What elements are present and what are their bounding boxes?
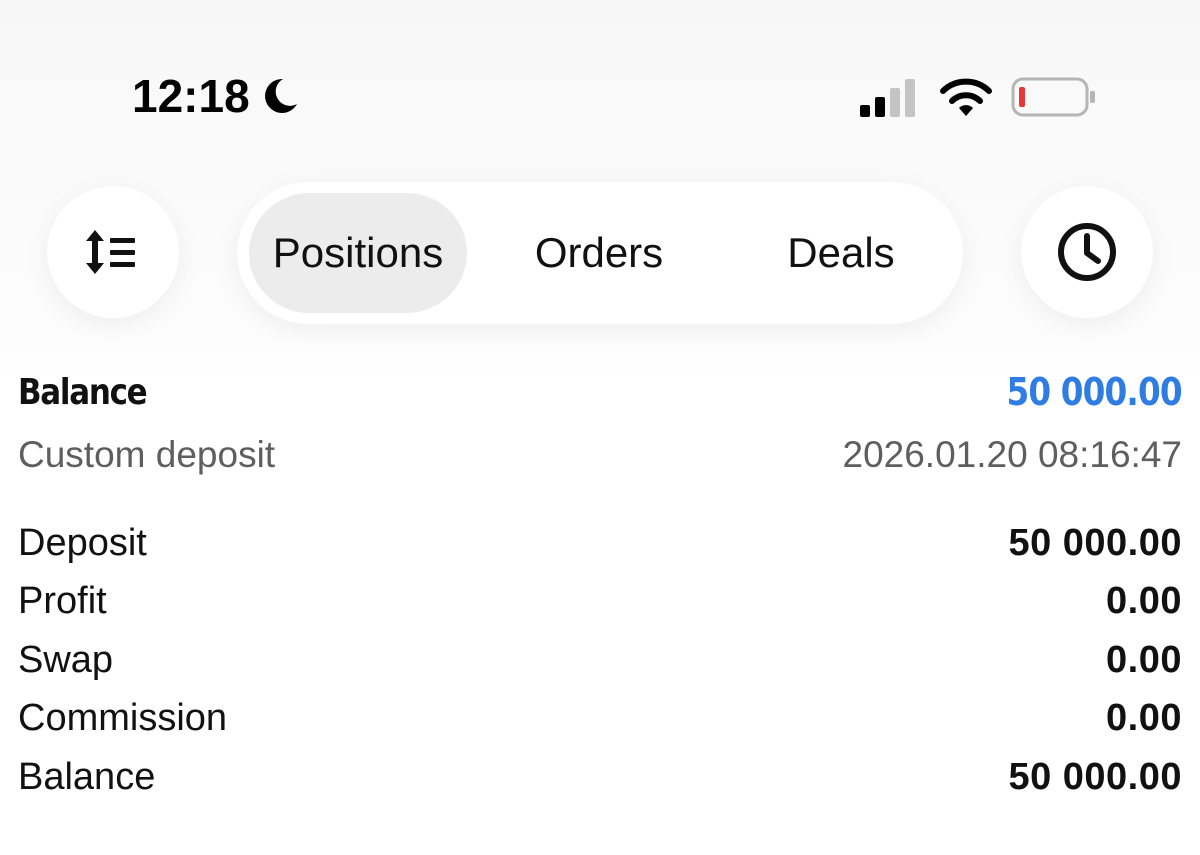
summary-label: Commission xyxy=(18,697,228,740)
clock-icon xyxy=(1058,223,1116,281)
status-time: 12:18 xyxy=(132,70,250,122)
summary-value: 0.00 xyxy=(1106,638,1182,681)
tab-deals[interactable]: Deals xyxy=(731,193,951,313)
summary-value: 0.00 xyxy=(1106,697,1182,740)
status-bar: 12:18 xyxy=(0,0,1200,150)
balance-entry-title: Balance xyxy=(18,371,148,413)
summary-value: 50 000.00 xyxy=(1008,521,1182,564)
sort-button[interactable] xyxy=(47,186,179,318)
tab-orders[interactable]: Orders xyxy=(491,193,707,313)
tab-positions[interactable]: Positions xyxy=(249,193,467,313)
screen: 12:18 Positions Orders Deals Balance 50 … xyxy=(0,0,1200,855)
summary-value: 50 000.00 xyxy=(1008,755,1182,798)
summary-label: Swap xyxy=(18,638,114,681)
balance-entry-subrow: Custom deposit 2026.01.20 08:16:47 xyxy=(18,424,1182,486)
tab-switcher: Positions Orders Deals xyxy=(237,182,963,324)
summary-row-swap: Swap 0.00 xyxy=(18,631,1182,690)
balance-entry-comment: Custom deposit xyxy=(18,434,276,475)
summary-label: Deposit xyxy=(18,521,147,564)
summary-row-deposit: Deposit 50 000.00 xyxy=(18,514,1182,573)
summary-label: Balance xyxy=(18,755,156,798)
summary-label: Profit xyxy=(18,580,107,623)
sort-icon xyxy=(86,230,135,274)
summary-value: 0.00 xyxy=(1106,580,1182,623)
moon-icon xyxy=(264,78,297,113)
summary-row-balance: Balance 50 000.00 xyxy=(18,748,1182,807)
balance-entry-amount: 50 000.00 xyxy=(1006,370,1183,414)
summary-row-commission: Commission 0.00 xyxy=(18,690,1182,749)
signal-icon xyxy=(860,79,915,117)
history-button[interactable] xyxy=(1021,186,1153,318)
battery-icon xyxy=(1011,77,1095,117)
balance-entry-header[interactable]: Balance 50 000.00 xyxy=(18,360,1183,424)
balance-entry-datetime: 2026.01.20 08:16:47 xyxy=(842,434,1183,475)
summary-row-profit: Profit 0.00 xyxy=(18,573,1182,632)
time-group: 12:18 xyxy=(132,68,302,124)
deal-details: Balance 50 000.00 Custom deposit 2026.01… xyxy=(18,360,1183,807)
wifi-icon xyxy=(940,78,992,116)
toolbar: Positions Orders Deals xyxy=(0,170,1200,340)
